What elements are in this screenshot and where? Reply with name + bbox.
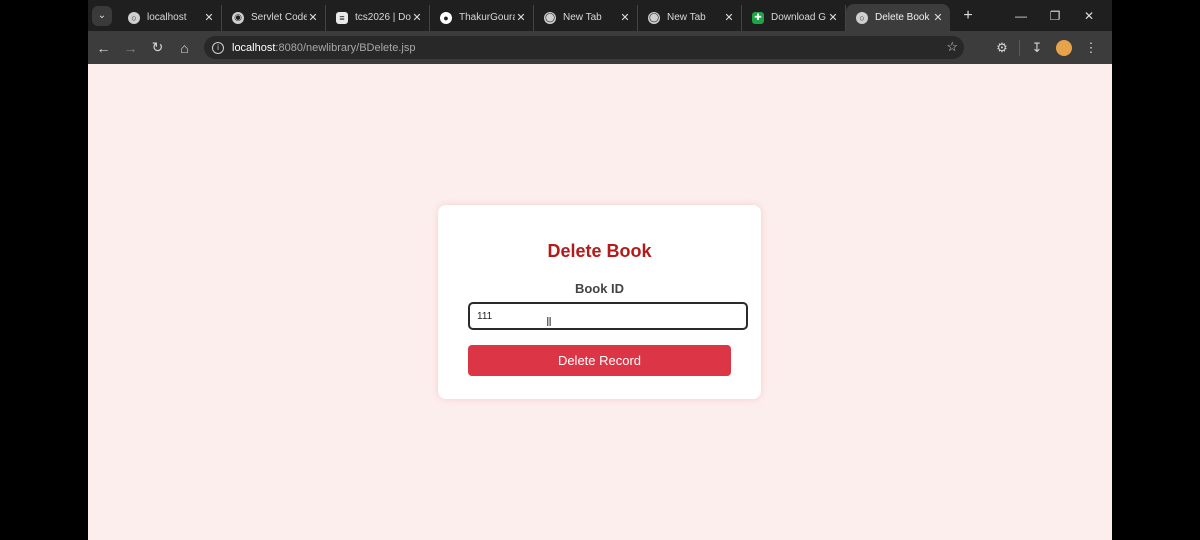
book-id-label: Book ID [574, 281, 625, 296]
close-icon[interactable]: ✕ [307, 11, 319, 24]
bookmark-star-icon[interactable]: ☆ [946, 39, 958, 55]
tab-title: New Tab [563, 12, 602, 23]
close-icon[interactable]: ✕ [411, 11, 423, 24]
profile-avatar[interactable] [1056, 39, 1072, 56]
minimize-icon[interactable]: — [1004, 9, 1038, 23]
tab-search-dropdown-icon[interactable]: ⌄ [92, 5, 112, 26]
tab-tcs2026[interactable]: ≡ tcs2026 | Do ✕ [326, 4, 430, 31]
site-icon: ◉ [232, 11, 244, 24]
tab-localhost[interactable]: ○ localhost ✕ [118, 4, 222, 31]
restore-icon[interactable]: ❐ [1038, 9, 1072, 23]
book-id-input[interactable] [468, 302, 748, 330]
downloads-icon[interactable]: ↧ [1024, 40, 1050, 56]
tab-list: ○ localhost ✕ ◉ Servlet Code ✕ ≡ tcs2026… [118, 0, 950, 31]
tab-download[interactable]: ✚ Download G ✕ [742, 4, 846, 31]
toolbar-divider [1019, 39, 1020, 56]
new-tab-button[interactable]: + [960, 7, 976, 25]
github-icon: ● [440, 11, 452, 24]
home-icon[interactable]: ⌂ [171, 40, 198, 56]
page-content: Delete Book Book ID Delete Record Ⅱ [88, 64, 1112, 540]
tab-title: localhost [147, 12, 187, 23]
tab-title: Delete Book [875, 12, 930, 23]
download-site-icon: ✚ [752, 11, 764, 24]
globe-icon: ○ [856, 11, 868, 24]
browser-toolbar: ← → ↻ ⌂ i localhost:8080/newlibrary/BDel… [88, 31, 1112, 64]
globe-icon: ○ [128, 11, 140, 24]
close-icon[interactable]: ✕ [723, 11, 735, 24]
back-arrow-icon[interactable]: ← [90, 40, 117, 56]
page-title: Delete Book [547, 241, 652, 261]
site-info-icon[interactable]: i [212, 41, 224, 54]
url-text[interactable]: localhost:8080/newlibrary/BDelete.jsp [232, 42, 415, 54]
close-icon[interactable]: ✕ [203, 11, 215, 24]
browser-window: ⌄ ○ localhost ✕ ◉ Servlet Code ✕ ≡ tcs20… [88, 0, 1112, 540]
tab-title: Servlet Code [251, 12, 307, 23]
window-controls: — ❐ ✕ [1004, 0, 1106, 31]
text-cursor-icon: Ⅱ [546, 315, 552, 329]
tab-github[interactable]: ● ThakurGoura ✕ [430, 4, 534, 31]
document-icon: ≡ [336, 11, 348, 24]
reload-icon[interactable]: ↻ [144, 39, 171, 56]
tab-servlet-code[interactable]: ◉ Servlet Code ✕ [222, 4, 326, 31]
tab-title: Download G [771, 12, 827, 23]
close-icon[interactable]: ✕ [932, 11, 944, 24]
chrome-icon: ◯ [648, 11, 660, 24]
close-window-icon[interactable]: ✕ [1072, 9, 1106, 23]
close-icon[interactable]: ✕ [827, 11, 839, 24]
tab-title: New Tab [667, 12, 706, 23]
tab-new-tab-2[interactable]: ◯ New Tab ✕ [638, 4, 742, 31]
address-bar[interactable]: i localhost:8080/newlibrary/BDelete.jsp … [204, 36, 964, 59]
forward-arrow-icon[interactable]: → [117, 40, 144, 56]
tab-strip: ⌄ ○ localhost ✕ ◉ Servlet Code ✕ ≡ tcs20… [88, 0, 1112, 31]
tab-title: ThakurGoura [459, 12, 515, 23]
delete-book-form: Delete Book Book ID Delete Record [438, 205, 761, 399]
tab-new-tab-1[interactable]: ◯ New Tab ✕ [534, 4, 638, 31]
extensions-icon[interactable]: ⚙ [989, 40, 1015, 56]
tab-delete-book[interactable]: ○ Delete Book ✕ [846, 4, 950, 31]
chrome-icon: ◯ [544, 11, 556, 24]
tab-title: tcs2026 | Do [355, 12, 411, 23]
close-icon[interactable]: ✕ [515, 11, 527, 24]
toolbar-actions: ⚙ ↧ ⋮ [989, 31, 1104, 64]
close-icon[interactable]: ✕ [619, 11, 631, 24]
delete-record-button[interactable]: Delete Record [468, 345, 731, 376]
menu-kebab-icon[interactable]: ⋮ [1078, 40, 1104, 56]
